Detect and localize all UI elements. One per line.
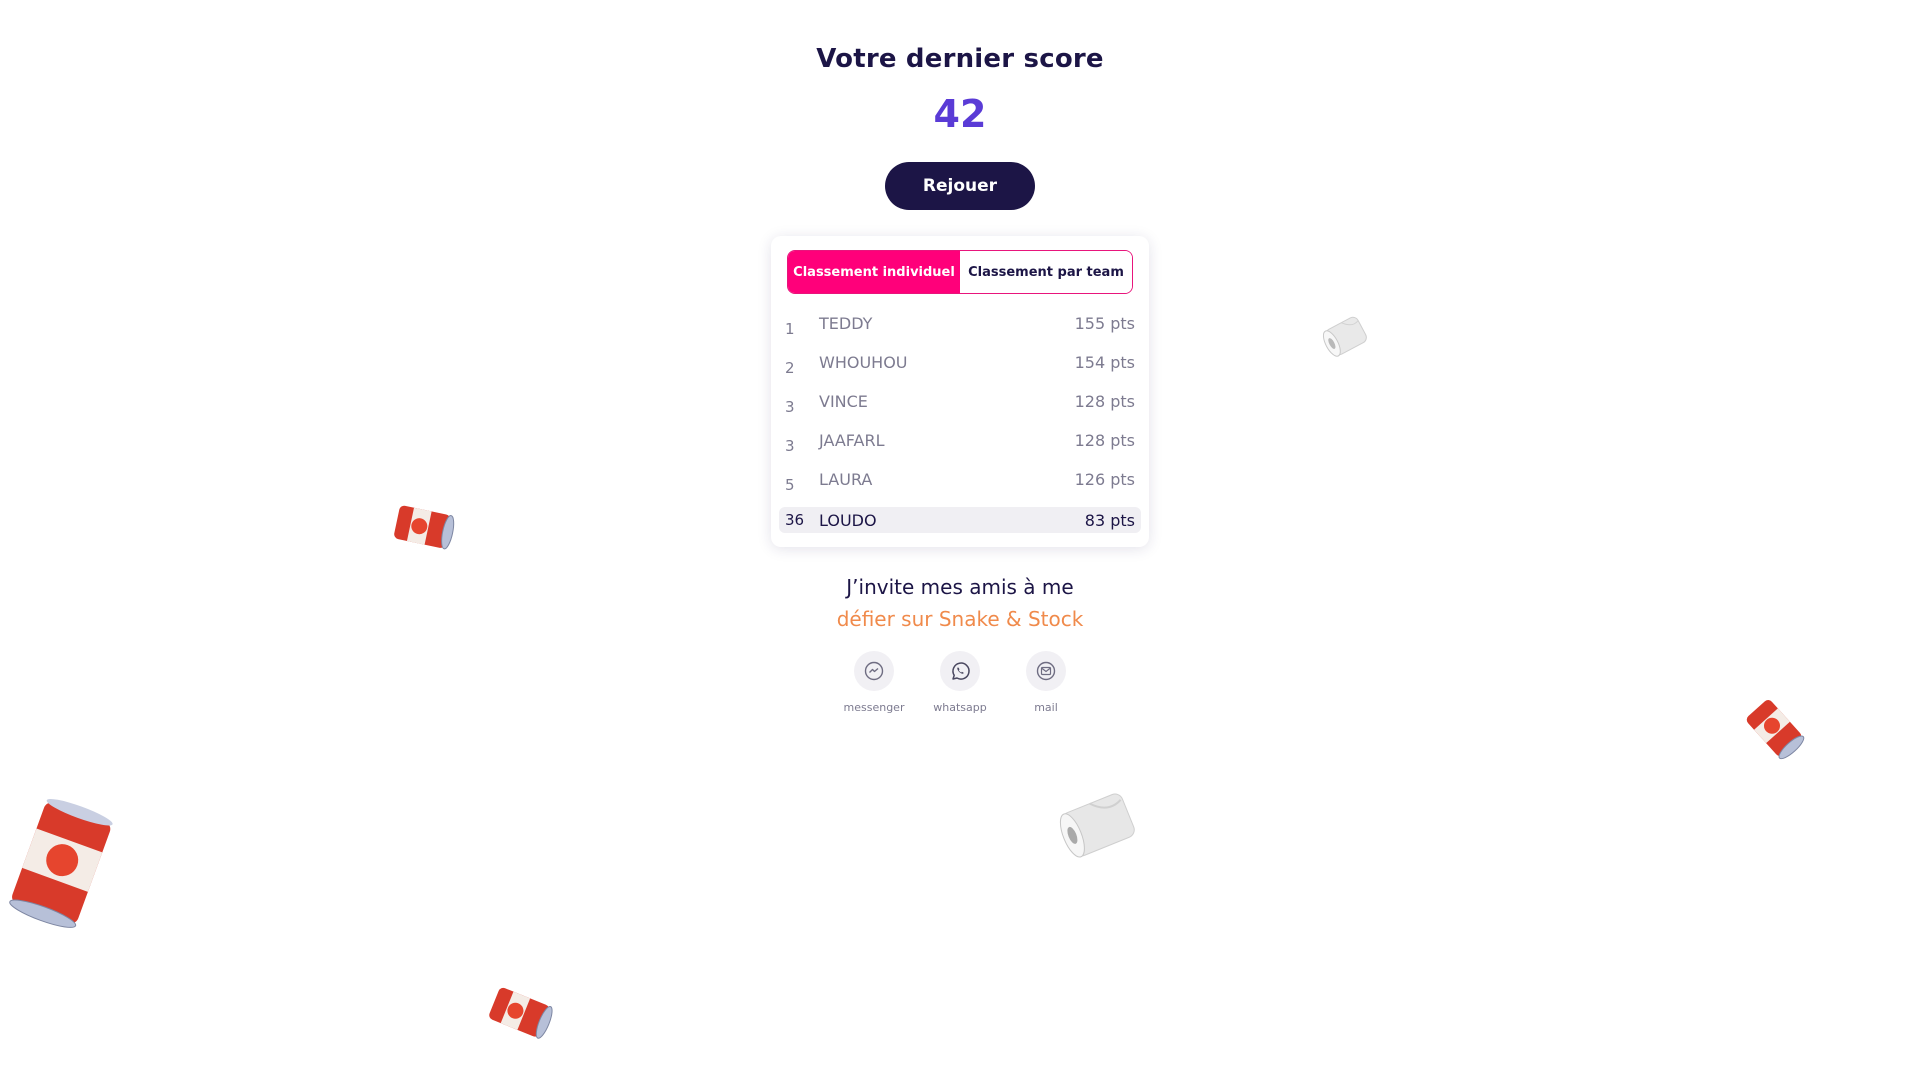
leaderboard-row: 2 WHOUHOU 154 pts	[779, 345, 1141, 384]
current-player-row: 36 LOUDO 83 pts	[779, 507, 1141, 533]
share-label: mail	[1034, 701, 1058, 714]
row-rank: 2	[785, 358, 795, 377]
leaderboard-tabs: Classement individuel Classement par tea…	[787, 250, 1133, 294]
messenger-icon	[854, 651, 894, 691]
row-points: 128 pts	[1074, 431, 1135, 450]
leaderboard-list: 1 TEDDY 155 pts 2 WHOUHOU 154 pts 3 VINC…	[779, 306, 1141, 533]
invite-text: J’invite mes amis à me	[846, 575, 1074, 599]
row-points: 128 pts	[1074, 392, 1135, 411]
game-over-screen: Votre dernier score 42 Rejouer Classemen…	[0, 0, 1920, 1080]
results-panel: Votre dernier score 42 Rejouer Classemen…	[0, 0, 1920, 714]
share-buttons: messenger whatsapp mail	[844, 651, 1067, 714]
tab-team-ranking[interactable]: Classement par team	[960, 251, 1132, 293]
leaderboard-row: 3 JAAFARL 128 pts	[779, 423, 1141, 462]
row-rank: 3	[785, 436, 795, 455]
leaderboard-card: Classement individuel Classement par tea…	[771, 236, 1149, 547]
share-label: messenger	[843, 701, 905, 714]
whatsapp-icon	[940, 651, 980, 691]
leaderboard-row: 3 VINCE 128 pts	[779, 384, 1141, 423]
row-rank: 1	[785, 319, 795, 338]
row-player-name: JAAFARL	[819, 431, 885, 450]
row-rank: 5	[785, 475, 795, 494]
row-player-name: TEDDY	[819, 314, 873, 333]
row-points: 155 pts	[1074, 314, 1135, 333]
row-player-name: LAURA	[819, 470, 873, 489]
page-title: Votre dernier score	[816, 44, 1104, 74]
leaderboard-row: 5 LAURA 126 pts	[779, 462, 1141, 501]
tomato-can-icon	[9, 798, 113, 928]
tomato-can-icon	[489, 987, 553, 1039]
tab-individual-ranking[interactable]: Classement individuel	[788, 251, 960, 293]
row-points: 154 pts	[1074, 353, 1135, 372]
share-messenger-button[interactable]: messenger	[844, 651, 904, 714]
row-player-name: WHOUHOU	[819, 353, 908, 372]
last-score-value: 42	[933, 92, 987, 136]
row-rank: 36	[785, 511, 805, 529]
row-rank: 3	[785, 397, 795, 416]
share-mail-button[interactable]: mail	[1025, 651, 1067, 714]
row-points: 126 pts	[1074, 470, 1135, 489]
row-player-name: LOUDO	[819, 510, 877, 530]
toilet-paper-roll-icon	[1059, 793, 1135, 858]
row-points: 83 pts	[1084, 510, 1135, 530]
share-label: whatsapp	[933, 701, 987, 714]
replay-button[interactable]: Rejouer	[885, 162, 1035, 210]
invite-highlight-text: défier sur Snake & Stock	[836, 607, 1084, 631]
share-whatsapp-button[interactable]: whatsapp	[933, 651, 987, 714]
mail-icon	[1026, 651, 1066, 691]
row-player-name: VINCE	[819, 392, 868, 411]
leaderboard-row: 1 TEDDY 155 pts	[779, 306, 1141, 345]
